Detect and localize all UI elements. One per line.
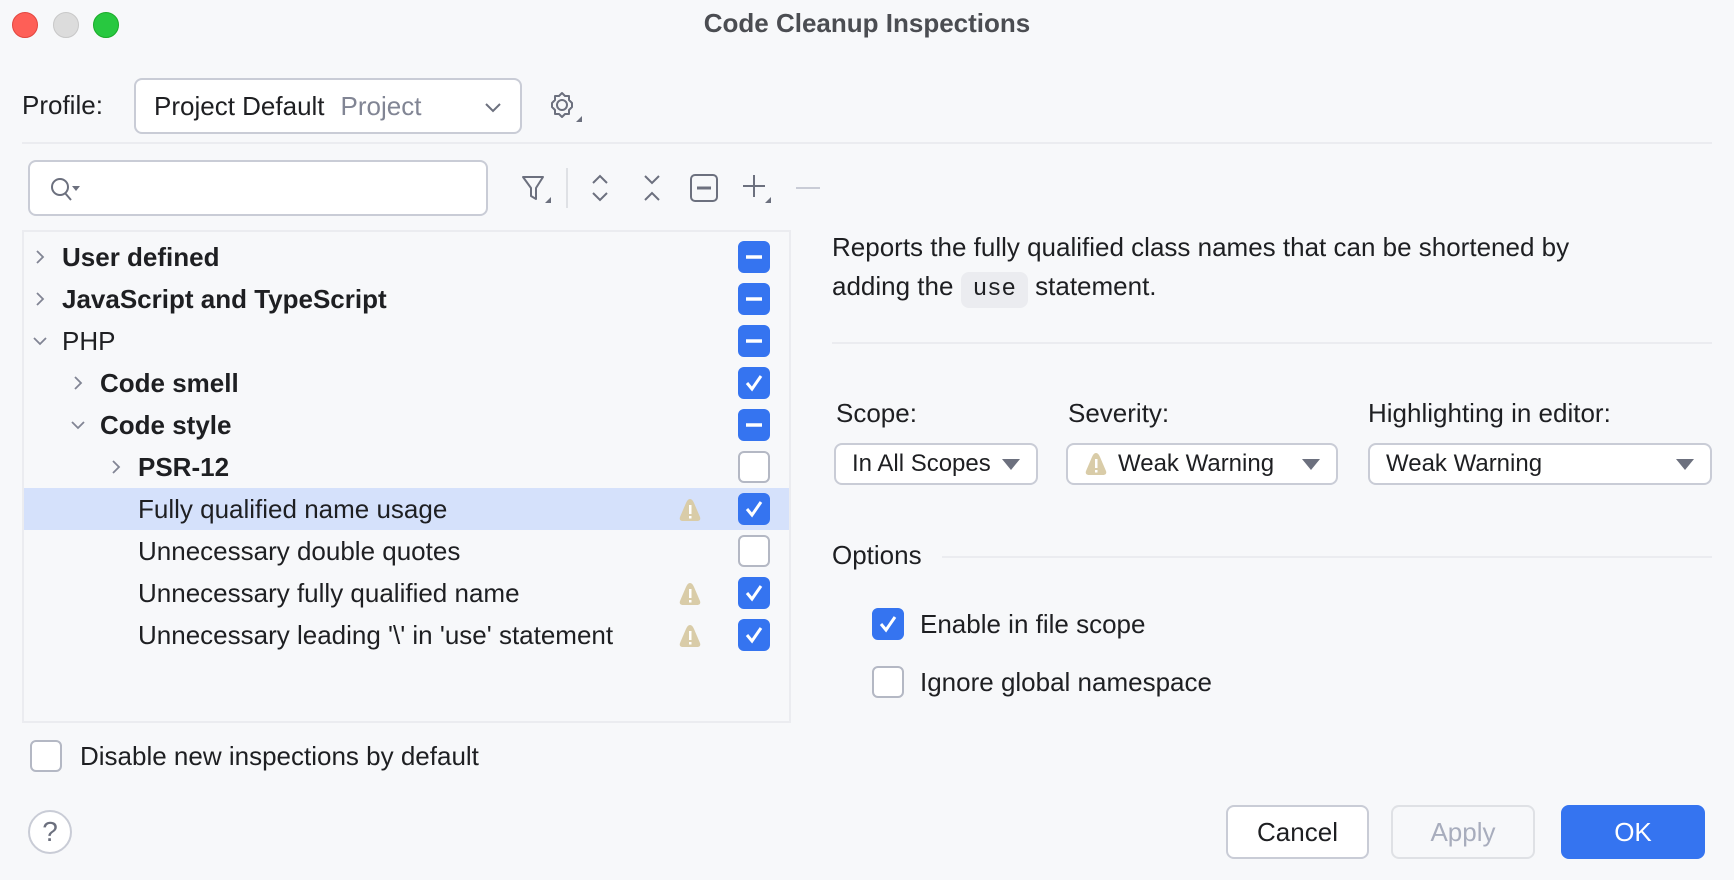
option-enable-file-scope[interactable]: Enable in file scope <box>872 608 1145 640</box>
scope-value: In All Scopes <box>852 450 991 477</box>
warning-icon <box>678 581 702 614</box>
tree-row-checkbox[interactable] <box>738 535 770 567</box>
tree-row-label: JavaScript and TypeScript <box>62 283 387 314</box>
tree-row[interactable]: Code smell <box>24 362 789 404</box>
help-icon: ? <box>42 816 58 847</box>
dropdown-arrow-icon <box>1676 459 1694 470</box>
profile-label: Profile: <box>22 90 103 120</box>
tree-row-label: PSR-12 <box>138 451 230 482</box>
dropdown-arrow-icon <box>1002 459 1020 470</box>
tree-row-label: PHP <box>62 325 116 356</box>
tree-row-checkbox[interactable] <box>738 283 770 315</box>
inspections-tree: User defined JavaScript and TypeScript PHP… <box>22 230 791 723</box>
tree-row-label: User defined <box>62 241 220 272</box>
tree-row[interactable]: User defined <box>24 236 789 278</box>
ok-button[interactable]: OK <box>1561 805 1705 859</box>
tree-row[interactable]: Fully qualified name usage <box>24 488 789 530</box>
ignore-global-namespace-checkbox[interactable] <box>872 666 904 698</box>
option-ignore-global-namespace[interactable]: Ignore global namespace <box>872 666 1212 698</box>
profile-scope: Project <box>340 90 422 121</box>
tree-row-label: Fully qualified name usage <box>138 493 448 524</box>
description-separator <box>832 342 1712 344</box>
header-separator <box>22 142 1712 144</box>
gear-icon[interactable] <box>546 89 586 125</box>
warning-icon <box>678 623 702 656</box>
tree-row[interactable]: PHP <box>24 320 789 362</box>
severity-value: Weak Warning <box>1118 450 1275 477</box>
tree-row-label: Unnecessary fully qualified name <box>138 577 520 608</box>
warning-icon <box>678 497 702 530</box>
inspection-description: Reports the fully qualified class names … <box>832 228 1712 308</box>
chevron-down-icon <box>482 94 504 125</box>
chevron-right-icon[interactable] <box>106 457 126 477</box>
tree-row-checkbox[interactable] <box>738 325 770 357</box>
chevron-right-icon[interactable] <box>30 289 50 309</box>
options-separator <box>942 556 1712 558</box>
tree-row-checkbox[interactable] <box>738 577 770 609</box>
apply-button[interactable]: Apply <box>1391 805 1535 859</box>
window-title: Code Cleanup Inspections <box>703 8 1031 38</box>
filter-icon[interactable] <box>516 168 556 208</box>
description-line-1: Reports the fully qualified class names … <box>832 232 1570 262</box>
toolbar-separator <box>566 168 568 208</box>
severity-dropdown[interactable]: Weak Warning <box>1066 443 1338 485</box>
tree-row-checkbox[interactable] <box>738 409 770 441</box>
highlighting-value: Weak Warning <box>1386 450 1543 477</box>
warning-icon <box>1084 451 1108 477</box>
add-icon[interactable] <box>736 168 776 208</box>
tree-row-label: Unnecessary double quotes <box>138 535 461 566</box>
profile-combobox[interactable]: Project Default Project <box>134 78 522 134</box>
profile-value: Project Default <box>154 90 325 121</box>
tree-row-checkbox[interactable] <box>738 241 770 273</box>
tree-row-checkbox[interactable] <box>738 619 770 651</box>
chevron-down-icon[interactable] <box>30 331 50 351</box>
reset-icon[interactable] <box>684 168 724 208</box>
tree-row-checkbox[interactable] <box>738 367 770 399</box>
disable-new-inspections-checkbox[interactable] <box>30 740 62 772</box>
tree-row-label: Unnecessary leading '\' in 'use' stateme… <box>138 619 614 650</box>
tree-row[interactable]: Unnecessary double quotes <box>24 530 789 572</box>
collapse-all-icon[interactable] <box>632 168 672 208</box>
search-icon <box>48 174 88 213</box>
tree-row[interactable]: Unnecessary fully qualified name <box>24 572 789 614</box>
scope-dropdown[interactable]: In All Scopes <box>834 443 1038 485</box>
highlighting-dropdown[interactable]: Weak Warning <box>1368 443 1712 485</box>
disable-new-inspections-label: Disable new inspections by default <box>80 740 479 771</box>
tree-row-checkbox[interactable] <box>738 493 770 525</box>
chevron-right-icon[interactable] <box>68 373 88 393</box>
chevron-down-icon[interactable] <box>68 415 88 435</box>
highlighting-label: Highlighting in editor: <box>1368 398 1611 428</box>
help-button[interactable]: ? <box>28 810 72 854</box>
search-input[interactable] <box>28 160 488 216</box>
chevron-right-icon[interactable] <box>30 247 50 267</box>
enable-file-scope-checkbox[interactable] <box>872 608 904 640</box>
ignore-global-namespace-label: Ignore global namespace <box>920 666 1212 697</box>
code-snippet: use <box>960 272 1028 308</box>
description-line-2: adding the use statement. <box>832 267 1712 308</box>
scope-label: Scope: <box>836 398 917 428</box>
tree-row[interactable]: JavaScript and TypeScript <box>24 278 789 320</box>
tree-row-label: Code smell <box>100 367 239 398</box>
disable-new-inspections-option[interactable]: Disable new inspections by default <box>30 740 479 772</box>
enable-file-scope-label: Enable in file scope <box>920 608 1146 639</box>
severity-label: Severity: <box>1068 398 1170 428</box>
cancel-button[interactable]: Cancel <box>1226 805 1369 859</box>
options-title: Options <box>832 540 922 570</box>
tree-row[interactable]: Unnecessary leading '\' in 'use' stateme… <box>24 614 789 656</box>
tree-row[interactable]: Code style <box>24 404 789 446</box>
expand-all-icon[interactable] <box>580 168 620 208</box>
tree-row-label: Code style <box>100 409 232 440</box>
dropdown-arrow-icon <box>1302 459 1320 470</box>
tree-row[interactable]: PSR-12 <box>24 446 789 488</box>
tree-row-checkbox[interactable] <box>738 451 770 483</box>
remove-icon <box>788 168 828 208</box>
